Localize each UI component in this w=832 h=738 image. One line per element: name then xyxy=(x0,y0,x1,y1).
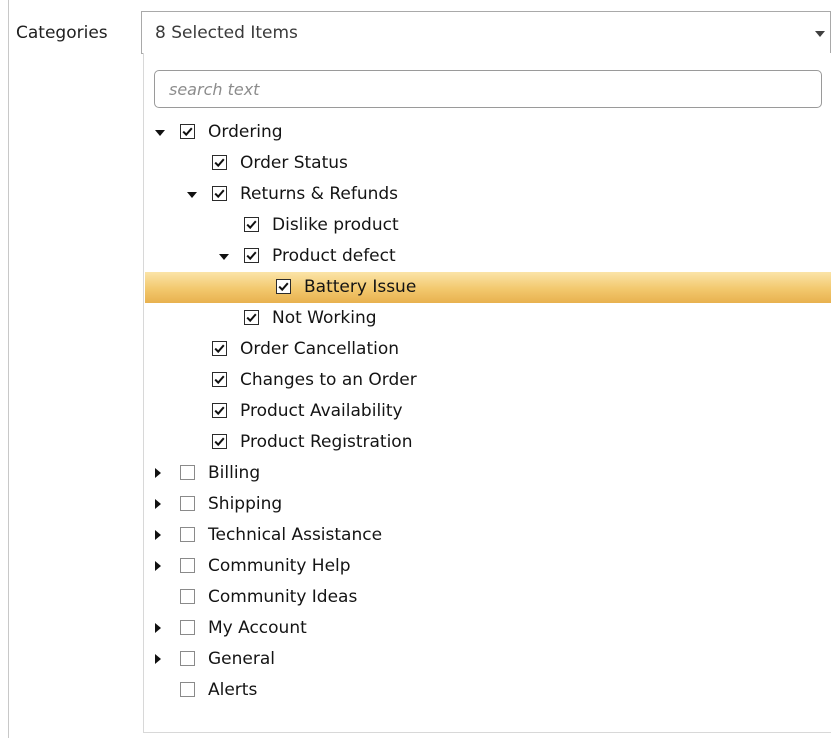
check-icon xyxy=(214,437,225,447)
checkbox-unchecked[interactable] xyxy=(180,682,195,697)
tree-item[interactable]: Shipping xyxy=(145,489,831,520)
tree-item-label: Community Help xyxy=(208,556,351,576)
check-icon xyxy=(214,189,225,199)
check-icon xyxy=(214,406,225,416)
tree-item-label: Dislike product xyxy=(272,215,399,235)
tree-item-label: Shipping xyxy=(208,494,283,514)
check-icon xyxy=(246,220,257,230)
tree-item[interactable]: Billing xyxy=(145,458,831,489)
search-input[interactable] xyxy=(154,70,822,108)
tree-item-label: Technical Assistance xyxy=(208,525,383,545)
tree-item-label: Alerts xyxy=(208,680,258,700)
check-icon xyxy=(246,251,257,261)
check-icon xyxy=(214,375,225,385)
checkbox-unchecked[interactable] xyxy=(180,589,195,604)
tree-item[interactable]: Changes to an Order xyxy=(145,365,831,396)
category-tree: Ordering Order Status Returns & Refunds Dis… xyxy=(145,117,831,706)
checkbox-unchecked[interactable] xyxy=(180,496,195,511)
tree-item[interactable]: Order Status xyxy=(145,148,831,179)
tree-item-label: Returns & Refunds xyxy=(240,184,399,204)
checkbox-unchecked[interactable] xyxy=(180,527,195,542)
check-icon xyxy=(214,158,225,168)
tree-item[interactable]: General xyxy=(145,644,831,675)
tree-item[interactable]: Technical Assistance xyxy=(145,520,831,551)
expand-arrow-right-icon[interactable] xyxy=(155,654,161,664)
tree-item[interactable]: Ordering xyxy=(145,117,831,148)
check-icon xyxy=(182,127,193,137)
tree-item-label: Order Cancellation xyxy=(240,339,400,359)
expand-arrow-right-icon[interactable] xyxy=(155,561,161,571)
tree-item[interactable]: Order Cancellation xyxy=(145,334,831,365)
checkbox-unchecked[interactable] xyxy=(180,620,195,635)
tree-item[interactable]: Battery Issue xyxy=(145,272,831,303)
checkbox-unchecked[interactable] xyxy=(180,558,195,573)
checkbox-checked[interactable] xyxy=(212,186,227,201)
tree-item-label: Ordering xyxy=(208,122,283,142)
tree-item-label: My Account xyxy=(208,618,307,638)
checkbox-checked[interactable] xyxy=(212,372,227,387)
tree-item[interactable]: Community Ideas xyxy=(145,582,831,613)
tree-item-label: Community Ideas xyxy=(208,587,358,607)
checkbox-checked[interactable] xyxy=(180,124,195,139)
page: Categories 8 Selected Items OrderingOrde… xyxy=(0,0,832,738)
checkbox-checked[interactable] xyxy=(212,434,227,449)
expand-arrow-down-icon[interactable] xyxy=(155,130,165,136)
check-icon xyxy=(246,313,257,323)
panel-left-border xyxy=(8,0,9,738)
checkbox-checked[interactable] xyxy=(212,155,227,170)
checkbox-unchecked[interactable] xyxy=(180,465,195,480)
expand-arrow-down-icon[interactable] xyxy=(219,254,229,260)
checkbox-unchecked[interactable] xyxy=(180,651,195,666)
tree-item[interactable]: Not Working xyxy=(145,303,831,334)
tree-item[interactable]: Dislike product xyxy=(145,210,831,241)
tree-item[interactable]: My Account xyxy=(145,613,831,644)
checkbox-checked[interactable] xyxy=(212,341,227,356)
tree-item[interactable]: Product defect xyxy=(145,241,831,272)
tree-item[interactable]: Product Registration xyxy=(145,427,831,458)
expand-arrow-right-icon[interactable] xyxy=(155,499,161,509)
tree-item-label: Order Status xyxy=(240,153,348,173)
tree-item-label: Product defect xyxy=(272,246,396,266)
checkbox-checked[interactable] xyxy=(212,403,227,418)
tree-item[interactable]: Returns & Refunds xyxy=(145,179,831,210)
expand-arrow-right-icon[interactable] xyxy=(155,530,161,540)
check-icon xyxy=(214,344,225,354)
dropdown-arrow-icon[interactable] xyxy=(815,31,825,37)
expand-arrow-right-icon[interactable] xyxy=(155,468,161,478)
tree-item[interactable]: Alerts xyxy=(145,675,831,706)
check-icon xyxy=(278,282,289,292)
checkbox-checked[interactable] xyxy=(244,310,259,325)
tree-item-label: General xyxy=(208,649,275,669)
categories-combobox[interactable]: 8 Selected Items xyxy=(141,11,831,54)
checkbox-checked[interactable] xyxy=(244,217,259,232)
tree-item[interactable]: Community Help xyxy=(145,551,831,582)
categories-label: Categories xyxy=(16,23,108,43)
tree-item[interactable]: Product Availability xyxy=(145,396,831,427)
tree-item-label: Product Registration xyxy=(240,432,413,452)
tree-item-label: Billing xyxy=(208,463,261,483)
tree-item-label: Changes to an Order xyxy=(240,370,417,390)
combobox-value: 8 Selected Items xyxy=(155,23,298,43)
tree-item-label: Not Working xyxy=(272,308,377,328)
tree-item-label: Battery Issue xyxy=(304,277,417,297)
tree-item-label: Product Availability xyxy=(240,401,403,421)
expand-arrow-right-icon[interactable] xyxy=(155,623,161,633)
checkbox-checked[interactable] xyxy=(244,248,259,263)
checkbox-checked[interactable] xyxy=(276,279,291,294)
expand-arrow-down-icon[interactable] xyxy=(187,192,197,198)
